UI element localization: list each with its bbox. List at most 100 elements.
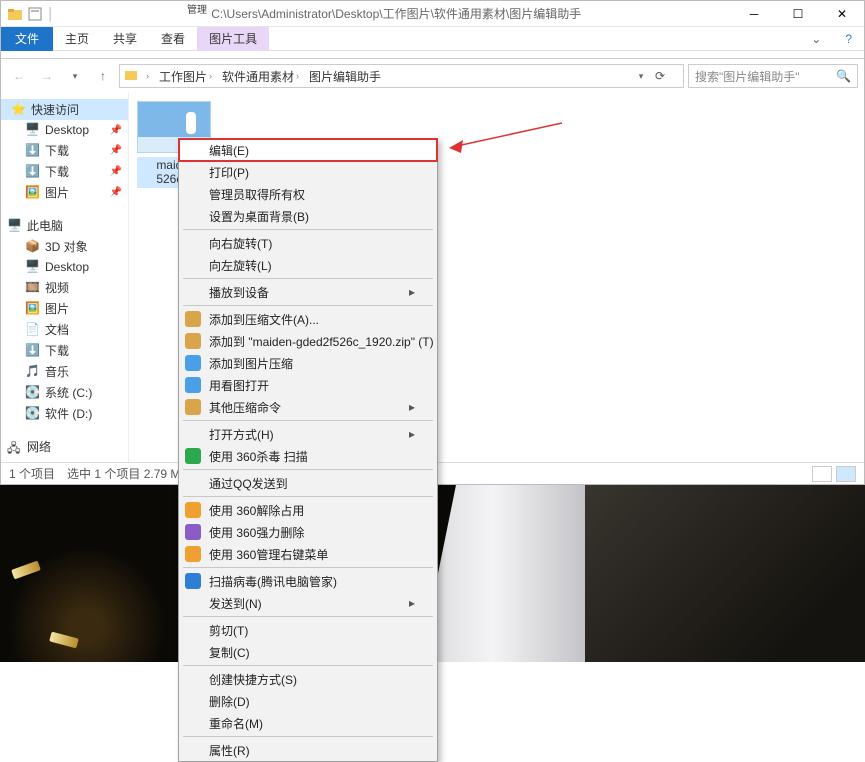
search-box[interactable]: 搜索"图片编辑助手" 🔍: [688, 64, 858, 88]
submenu-arrow-icon: ▸: [409, 427, 415, 441]
maximize-button[interactable]: ☐: [776, 1, 820, 27]
menu-item[interactable]: 管理员取得所有权: [179, 183, 437, 205]
crumb-3[interactable]: 图片编辑助手: [305, 68, 385, 85]
separator: [183, 567, 433, 568]
menu-item[interactable]: 创建快捷方式(S): [179, 668, 437, 690]
menu-item[interactable]: 播放到设备▸: [179, 281, 437, 303]
crumb-1[interactable]: 工作图片›: [155, 68, 216, 85]
help-icon[interactable]: ?: [833, 27, 864, 51]
sidebar-item[interactable]: 📄文档: [1, 319, 128, 340]
thumb-view-button[interactable]: [836, 466, 856, 482]
menu-item[interactable]: 编辑(E): [179, 139, 437, 161]
up-button[interactable]: ↑: [91, 64, 115, 88]
ribbon-expand-icon[interactable]: ⌄: [799, 27, 833, 51]
menu-item[interactable]: 其他压缩命令 ▸: [179, 396, 437, 418]
menu-item[interactable]: 删除(D): [179, 690, 437, 712]
tab-picture-tools[interactable]: 图片工具: [197, 27, 269, 51]
menu-item[interactable]: 使用 360解除占用: [179, 499, 437, 521]
download-icon: ⬇️: [25, 343, 41, 359]
submenu-arrow-icon: ▸: [409, 400, 415, 414]
menu-item[interactable]: 打开方式(H)▸: [179, 423, 437, 445]
qat-divider: │: [47, 7, 55, 21]
sidebar-item[interactable]: 🖼️图片📌: [1, 182, 128, 203]
nav-bar: ← → ▾ ↑ › 工作图片› 软件通用素材› 图片编辑助手 ▾ ⟳ 搜索"图片…: [1, 59, 864, 93]
crumb-root[interactable]: ›: [142, 71, 153, 81]
menu-item-label: 用看图打开: [209, 377, 269, 394]
sidebar-item[interactable]: ⬇️下载📌: [1, 140, 128, 161]
refresh-button[interactable]: ⟳: [655, 69, 679, 83]
status-count: 1 个项目: [9, 465, 55, 482]
sidebar-item[interactable]: 🎞️视频: [1, 277, 128, 298]
minimize-button[interactable]: ─: [732, 1, 776, 27]
sidebar-item[interactable]: 💽软件 (D:): [1, 403, 128, 424]
menu-item[interactable]: 使用 360管理右键菜单: [179, 543, 437, 565]
menu-item-icon: [185, 448, 201, 464]
menu-item[interactable]: 复制(C): [179, 641, 437, 663]
pin-icon: 📌: [110, 187, 122, 198]
address-bar[interactable]: › 工作图片› 软件通用素材› 图片编辑助手 ▾ ⟳: [119, 64, 684, 88]
submenu-arrow-icon: ▸: [409, 596, 415, 610]
menu-item[interactable]: 剪切(T): [179, 619, 437, 641]
sidebar-item[interactable]: 💽系统 (C:): [1, 382, 128, 403]
separator: [183, 229, 433, 230]
forward-button[interactable]: →: [35, 64, 59, 88]
drive-icon: 💽: [25, 406, 41, 422]
menu-item[interactable]: 扫描病毒(腾讯电脑管家): [179, 570, 437, 592]
tab-share[interactable]: 共享: [101, 27, 149, 51]
menu-item[interactable]: 发送到(N)▸: [179, 592, 437, 614]
pictures-icon: 🖼️: [25, 301, 41, 317]
separator: [183, 616, 433, 617]
menu-item-label: 添加到 "maiden-gded2f526c_1920.zip" (T): [209, 333, 434, 350]
desktop-icon: 🖥️: [25, 259, 41, 275]
menu-item-icon: [185, 311, 201, 327]
menu-item[interactable]: 打印(P): [179, 161, 437, 183]
menu-item[interactable]: 添加到 "maiden-gded2f526c_1920.zip" (T): [179, 330, 437, 352]
sidebar-item[interactable]: ⬇️下载: [1, 340, 128, 361]
menu-item[interactable]: 向左旋转(L): [179, 254, 437, 276]
menu-item[interactable]: 属性(R): [179, 739, 437, 761]
recent-dropdown[interactable]: ▾: [63, 64, 87, 88]
menu-item-label: 删除(D): [209, 693, 250, 710]
separator: [183, 305, 433, 306]
chevron-right-icon: ›: [209, 71, 212, 81]
menu-item-label: 其他压缩命令: [209, 399, 281, 416]
sidebar-item[interactable]: ⬇️下载📌: [1, 161, 128, 182]
menu-item[interactable]: 使用 360强力删除: [179, 521, 437, 543]
menu-item[interactable]: 使用 360杀毒 扫描: [179, 445, 437, 467]
properties-icon[interactable]: [27, 6, 43, 22]
back-button[interactable]: ←: [7, 64, 31, 88]
tab-home[interactable]: 主页: [53, 27, 101, 51]
sidebar-item[interactable]: 🖥️Desktop: [1, 257, 128, 277]
file-tab[interactable]: 文件: [1, 27, 53, 51]
sidebar-item[interactable]: 🎵音乐: [1, 361, 128, 382]
tab-view[interactable]: 查看: [149, 27, 197, 51]
details-view-button[interactable]: [812, 466, 832, 482]
menu-item[interactable]: 用看图打开: [179, 374, 437, 396]
chevron-right-icon: ›: [146, 71, 149, 81]
crumb-2[interactable]: 软件通用素材›: [218, 68, 303, 85]
sidebar-item[interactable]: 📦3D 对象: [1, 236, 128, 257]
search-placeholder: 搜索"图片编辑助手": [695, 68, 800, 85]
menu-item-label: 创建快捷方式(S): [209, 671, 297, 688]
menu-item[interactable]: 添加到压缩文件(A)...: [179, 308, 437, 330]
menu-item-icon: [185, 546, 201, 562]
menu-item[interactable]: 通过QQ发送到: [179, 472, 437, 494]
sidebar-item[interactable]: 🖥️Desktop📌: [1, 120, 128, 140]
separator: [183, 665, 433, 666]
menu-item-label: 通过QQ发送到: [209, 475, 288, 492]
menu-item[interactable]: 添加到图片压缩: [179, 352, 437, 374]
menu-item[interactable]: 重命名(M): [179, 712, 437, 734]
address-dropdown-icon[interactable]: ▾: [629, 64, 653, 88]
close-button[interactable]: ✕: [820, 1, 864, 27]
sidebar-quick-access[interactable]: ⭐ 快速访问: [1, 99, 128, 120]
menu-item-icon: [185, 377, 201, 393]
sidebar-this-pc[interactable]: 🖥️ 此电脑: [1, 215, 128, 236]
menu-item[interactable]: 向右旋转(T): [179, 232, 437, 254]
sidebar-network[interactable]: 🖧 网络: [1, 436, 128, 457]
separator: [183, 469, 433, 470]
menu-item-label: 向左旋转(L): [209, 257, 272, 274]
pc-icon: 🖥️: [7, 218, 23, 234]
sidebar-item[interactable]: 🖼️图片: [1, 298, 128, 319]
menu-item-label: 剪切(T): [209, 622, 248, 639]
menu-item[interactable]: 设置为桌面背景(B): [179, 205, 437, 227]
